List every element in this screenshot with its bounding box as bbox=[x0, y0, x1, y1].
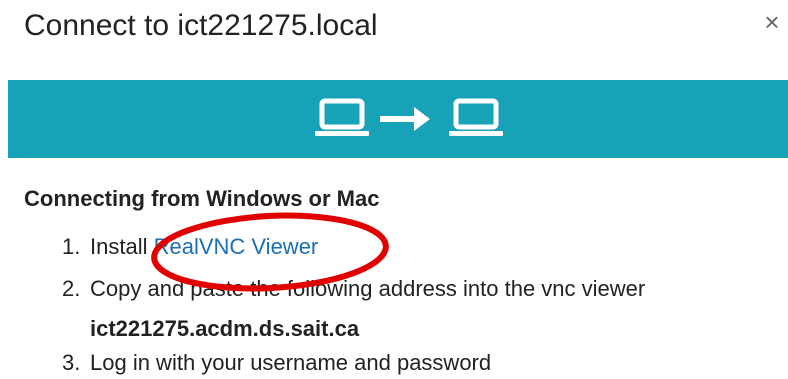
step-number: 3. bbox=[62, 350, 81, 375]
connect-dialog: Connect to ict221275.local × Connecting … bbox=[0, 0, 788, 379]
step-number: 2. bbox=[62, 276, 81, 301]
step-item: 1. Install RealVNC Viewer bbox=[62, 232, 318, 262]
step-item: 3. Log in with your username and password bbox=[62, 348, 491, 378]
dialog-title: Connect to ict221275.local bbox=[24, 9, 378, 42]
connection-banner bbox=[8, 80, 788, 158]
step-item: 2. Copy and paste the following address i… bbox=[62, 274, 645, 304]
step-text: Install bbox=[90, 234, 154, 259]
laptop-icon bbox=[449, 98, 503, 136]
section-heading: Connecting from Windows or Mac bbox=[24, 186, 380, 211]
close-icon[interactable]: × bbox=[760, 8, 784, 36]
step-number: 1. bbox=[62, 234, 81, 259]
step-text: Copy and paste the following address int… bbox=[90, 276, 646, 301]
arrow-right-icon bbox=[380, 107, 430, 131]
vnc-address: ict221275.acdm.ds.sait.ca bbox=[90, 316, 360, 341]
realvnc-viewer-link[interactable]: RealVNC Viewer bbox=[154, 234, 319, 259]
laptop-icon bbox=[315, 98, 369, 136]
step-text: Log in with your username and password bbox=[90, 350, 492, 375]
